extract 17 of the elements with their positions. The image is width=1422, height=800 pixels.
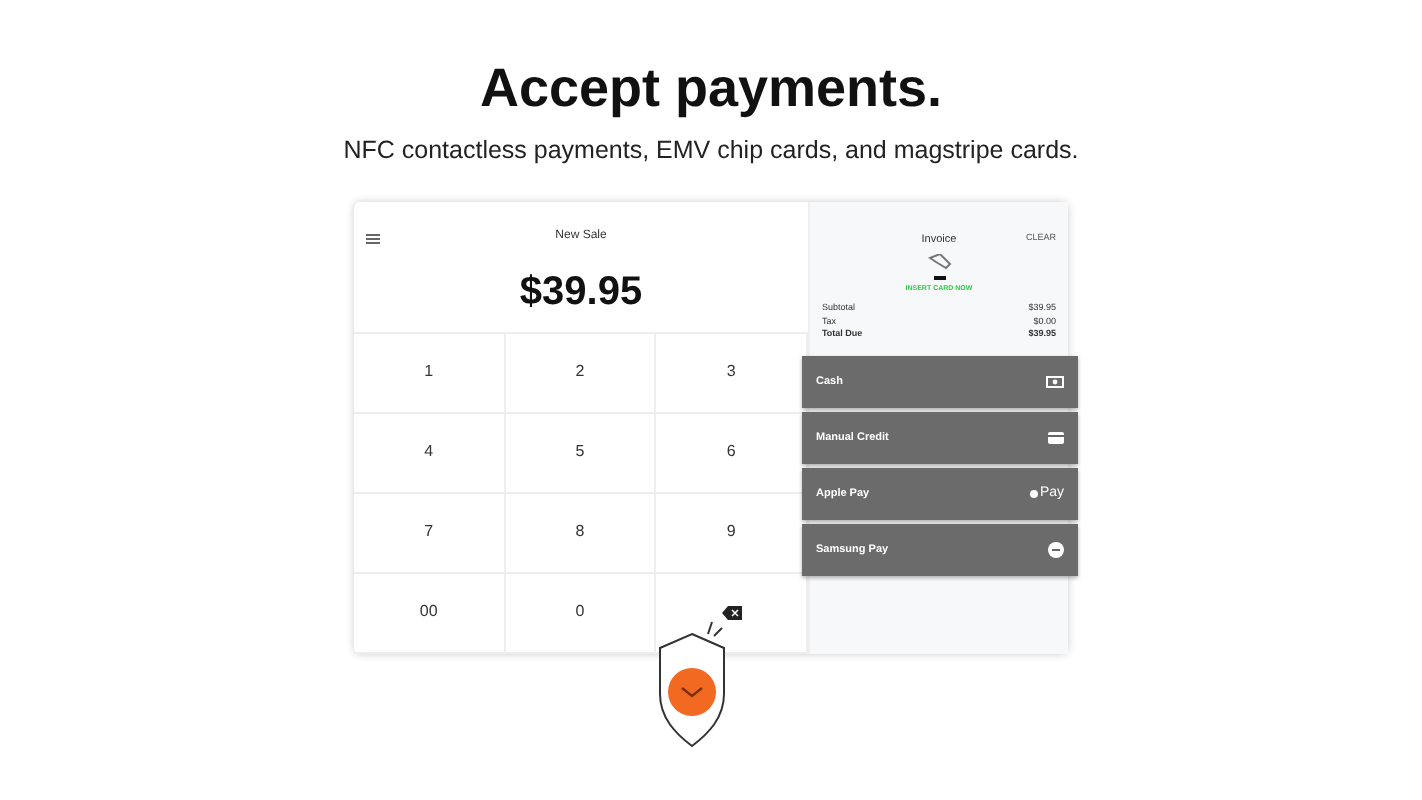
keypad-key[interactable]: 2 (505, 333, 657, 414)
keypad-key[interactable]: 00 (354, 573, 506, 654)
keypad-key[interactable]: 0 (505, 573, 657, 654)
menu-icon[interactable] (366, 233, 380, 244)
subheading: NFC contactless payments, EMV chip cards, and magstripe cards. (343, 134, 1079, 168)
keypad-key[interactable]: 8 (505, 493, 657, 574)
circle-icon (1048, 541, 1064, 558)
keypad-key[interactable]: 5 (505, 413, 657, 494)
keypad-key[interactable]: 7 (354, 493, 506, 574)
credit-card-icon (1048, 431, 1064, 444)
sale-amount: $39.95 (519, 267, 643, 318)
cash-icon (1046, 375, 1064, 388)
keypad-key[interactable]: 1 (354, 333, 506, 414)
keypad-key[interactable]: 4 (354, 413, 506, 494)
apple-icon (1029, 488, 1038, 499)
backspace-icon (721, 605, 742, 620)
heading: Accept payments. (479, 56, 943, 120)
